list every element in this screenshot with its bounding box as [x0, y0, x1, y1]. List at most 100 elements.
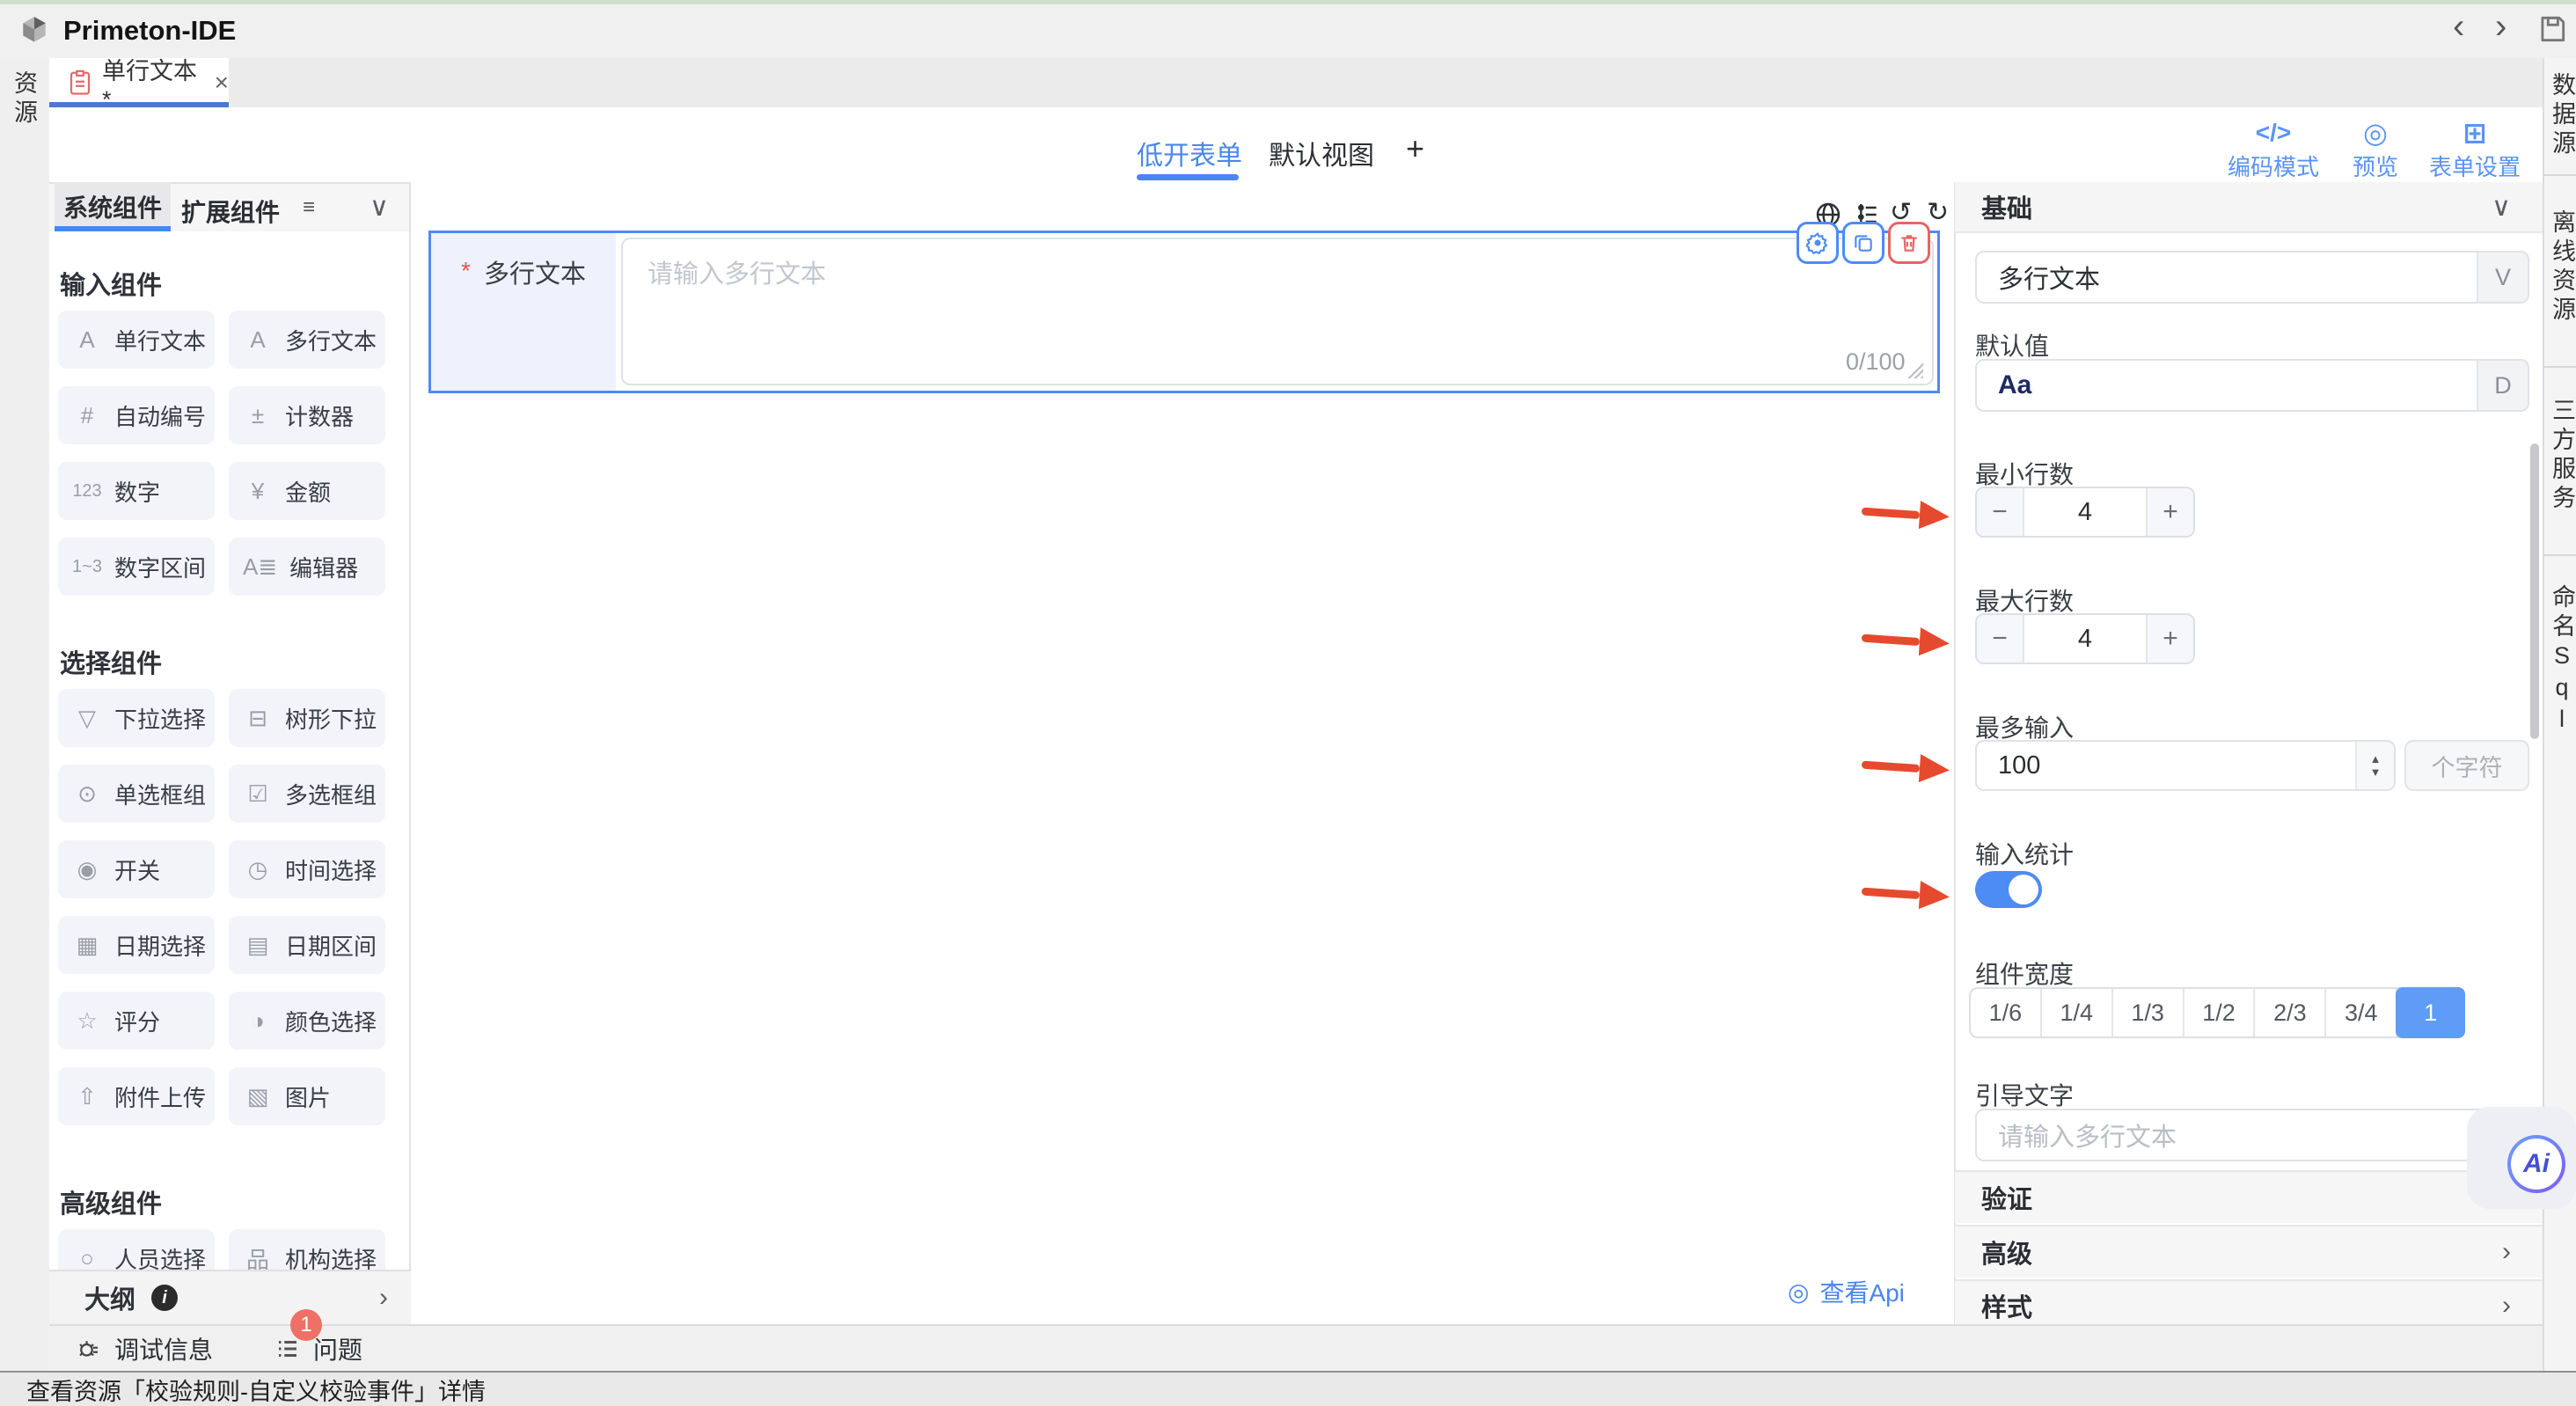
width-option[interactable]: 1/3	[2113, 989, 2184, 1036]
width-option[interactable]: 3/4	[2326, 989, 2397, 1036]
palette-item-color-picker[interactable]: ◑颜色选择	[229, 992, 385, 1050]
section-basic[interactable]: 基础 ∨	[1955, 182, 2543, 233]
guide-text-input[interactable]: 请输入多行文本	[1975, 1109, 2529, 1161]
palette-item-checkbox-group[interactable]: ☑多选框组	[229, 765, 385, 823]
palette-item-number[interactable]: 123数字	[58, 462, 215, 520]
number-spinner[interactable]: ▲ ▼	[2355, 742, 2394, 789]
field-name-variable-badge[interactable]: V	[2477, 253, 2528, 302]
outline-label: 大纲	[84, 1279, 135, 1316]
annotation-arrow-input-stats	[1861, 877, 1950, 912]
palette-item-tree-dropdown[interactable]: ⊟树形下拉	[229, 689, 385, 747]
tab-system-components[interactable]: 系统组件	[55, 182, 171, 231]
field-settings-button[interactable]	[1797, 222, 1839, 264]
status-message[interactable]: 查看资源「校验规则-自定义校验事件」详情	[26, 1373, 486, 1406]
tab-close-icon[interactable]: ×	[215, 69, 229, 97]
add-view-button[interactable]: +	[1406, 130, 1424, 167]
field-delete-button[interactable]	[1888, 222, 1930, 264]
app-title: Primeton-IDE	[63, 15, 236, 47]
rail-divider	[2543, 554, 2576, 556]
left-rail-resources[interactable]: 资源	[11, 70, 35, 128]
palette-item-date-picker[interactable]: ▦日期选择	[58, 916, 215, 974]
inspector-scrollbar[interactable]	[2530, 443, 2539, 739]
dropdown-icon: ▽	[72, 705, 102, 732]
minus-button[interactable]: −	[1977, 488, 2024, 536]
default-value-input[interactable]: Aa D	[1975, 359, 2529, 412]
rail-item-offline-resources[interactable]: 离线资源	[2550, 209, 2573, 326]
form-settings-button[interactable]: ⊞ 表单设置	[2422, 118, 2528, 182]
width-option[interactable]: 1/6	[1971, 989, 2042, 1036]
input-stats-toggle[interactable]	[1975, 871, 2042, 908]
field-name-input[interactable]: 多行文本 V	[1975, 251, 2529, 304]
section-advanced[interactable]: 高级 ›	[1955, 1225, 2543, 1278]
palette-item-time-picker[interactable]: ◷时间选择	[229, 840, 385, 898]
tab-single-line-text[interactable]: 单行文本* ×	[49, 58, 229, 107]
code-mode-icon: </>	[2256, 118, 2291, 148]
tab-lowcode-form[interactable]: 低开表单	[1137, 134, 1242, 172]
palette-item-amount[interactable]: ¥金额	[229, 462, 385, 520]
save-icon[interactable]	[2536, 12, 2569, 46]
palette-item-rating[interactable]: ☆评分	[58, 992, 215, 1050]
width-option[interactable]: 1/4	[2042, 989, 2113, 1036]
view-api-link[interactable]: ◎ 查看Api	[1788, 1274, 1905, 1309]
annotation-arrow-min-rows	[1861, 497, 1950, 531]
max-input-field[interactable]: 100 ▲ ▼	[1975, 740, 2396, 791]
validation-title: 验证	[1981, 1179, 2032, 1216]
palette-item-editor[interactable]: A≣编辑器	[229, 538, 385, 596]
section-style[interactable]: 样式 ›	[1955, 1279, 2543, 1330]
upload-icon: ⇧	[72, 1083, 102, 1110]
width-option[interactable]: 1/2	[2184, 989, 2256, 1036]
palette-item-image[interactable]: ▧图片	[229, 1067, 385, 1125]
preview-button[interactable]: ◎ 预览	[2323, 118, 2428, 182]
palette-item-multi-line-text[interactable]: A多行文本	[229, 311, 385, 369]
field-copy-button[interactable]	[1842, 222, 1884, 264]
palette-menu-icon[interactable]: ≡	[303, 195, 315, 220]
palette-item-attachment-upload[interactable]: ⇧附件上传	[58, 1067, 215, 1125]
palette-item-date-range[interactable]: ▤日期区间	[229, 916, 385, 974]
ai-assistant-button[interactable]: Ai	[2507, 1135, 2565, 1193]
bottom-bar: 调试信息 问题	[49, 1324, 2543, 1371]
palette-body: 输入组件 A单行文本 A多行文本 #自动编号 ±计数器 123数字 ¥金额 1~…	[49, 231, 409, 1270]
outline-bar[interactable]: 大纲 i ›	[49, 1270, 411, 1324]
palette-item-switch[interactable]: ◉开关	[58, 840, 215, 898]
tab-extended-components[interactable]: 扩展组件	[181, 194, 280, 229]
guide-text-value: 请输入多行文本	[1977, 1117, 2528, 1153]
spinner-down-icon[interactable]: ▼	[2370, 765, 2382, 779]
palette-item-radio-group[interactable]: ⊙单选框组	[58, 765, 215, 823]
palette-item-single-line-text[interactable]: A单行文本	[58, 311, 215, 369]
palette-collapse-icon[interactable]: ∨	[370, 192, 389, 223]
palette-item-person-select[interactable]: ○人员选择	[58, 1229, 215, 1270]
editor-icon: A≣	[243, 553, 277, 581]
component-width-selector: 1/6 1/4 1/3 1/2 2/3 3/4 1	[1969, 987, 2465, 1038]
tab-default-view[interactable]: 默认视图	[1269, 134, 1374, 172]
palette-item-dropdown[interactable]: ▽下拉选择	[58, 689, 215, 747]
outline-expand-icon[interactable]: ›	[379, 1283, 388, 1313]
debug-info-button[interactable]: 调试信息	[114, 1331, 213, 1366]
max-rows-value[interactable]: 4	[2024, 615, 2146, 663]
nav-back-icon[interactable]: ‹	[2453, 7, 2464, 47]
section-validation[interactable]: 验证 ›	[1955, 1170, 2543, 1223]
issues-button[interactable]: 问题	[313, 1331, 362, 1366]
rail-item-third-party-services[interactable]: 三方服务	[2550, 398, 2573, 514]
palette-item-counter[interactable]: ±计数器	[229, 386, 385, 444]
rail-item-named-sql[interactable]: 命名Sql	[2550, 584, 2573, 737]
style-title: 样式	[1981, 1287, 2032, 1324]
palette-item-number-range[interactable]: 1~3数字区间	[58, 538, 215, 596]
default-value-data-badge[interactable]: D	[2477, 361, 2528, 410]
code-mode-button[interactable]: </> 编码模式	[2221, 118, 2326, 182]
form-settings-label: 表单设置	[2429, 150, 2521, 182]
nav-forward-icon[interactable]: ›	[2495, 7, 2506, 47]
width-option-selected[interactable]: 1	[2396, 987, 2465, 1038]
spinner-up-icon[interactable]: ▲	[2370, 752, 2382, 765]
rail-item-datasource[interactable]: 数据源	[2550, 72, 2573, 159]
plus-button[interactable]: +	[2146, 488, 2193, 536]
plus-button[interactable]: +	[2146, 615, 2193, 663]
advanced-components-grid: ○人员选择 品机构选择	[58, 1229, 389, 1270]
min-rows-value[interactable]: 4	[2024, 488, 2146, 536]
minus-button[interactable]: −	[1977, 615, 2024, 663]
annotation-arrow-max-input	[1861, 751, 1950, 785]
palette-item-auto-number[interactable]: #自动编号	[58, 386, 215, 444]
redo-icon[interactable]: ↻	[1927, 197, 1949, 228]
width-option[interactable]: 2/3	[2255, 989, 2326, 1036]
palette-item-org-select[interactable]: 品机构选择	[229, 1229, 385, 1270]
char-counter: 0/100	[1846, 348, 1906, 376]
